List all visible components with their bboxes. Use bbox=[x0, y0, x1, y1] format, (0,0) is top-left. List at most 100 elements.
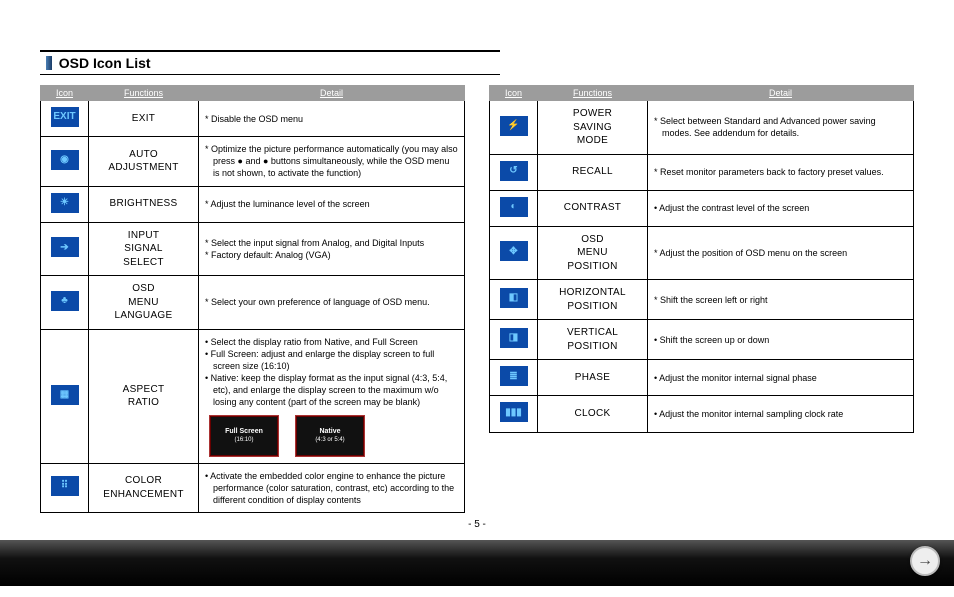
function-cell: CLOCK bbox=[538, 396, 648, 432]
icon-cell: ▮▮▮ bbox=[490, 396, 538, 432]
contrast-icon: ◐ bbox=[500, 197, 528, 217]
function-cell: INPUTSIGNALSELECT bbox=[89, 222, 199, 276]
table-row: ◨ VERTICALPOSITION • Shift the screen up o… bbox=[490, 320, 914, 360]
detail-line: * Disable the OSD menu bbox=[205, 113, 458, 125]
function-cell: BRIGHTNESS bbox=[89, 186, 199, 222]
aspect-thumb-b: Native(4:3 or 5:4) bbox=[295, 415, 365, 457]
detail-cell: • Adjust the monitor internal signal pha… bbox=[648, 360, 914, 396]
next-page-button[interactable]: → bbox=[910, 546, 940, 576]
detail-line: * Select the input signal from Analog, a… bbox=[205, 237, 458, 249]
detail-line: * Adjust the luminance level of the scre… bbox=[205, 198, 458, 210]
vpos-icon: ◨ bbox=[500, 328, 528, 348]
detail-line: • Adjust the contrast level of the scree… bbox=[654, 202, 907, 214]
table-row: ☀BRIGHTNESS * Adjust the luminance level … bbox=[41, 186, 465, 222]
detail-line: • Adjust the monitor internal signal pha… bbox=[654, 372, 907, 384]
icon-cell: ≣ bbox=[490, 360, 538, 396]
table-row: ✥OSDMENUPOSITION * Adjust the position of… bbox=[490, 226, 914, 280]
table-row: ▦ ASPECTRATIO• Select the display ratio f… bbox=[41, 329, 465, 463]
icon-cell: ✥ bbox=[490, 226, 538, 280]
icon-cell: ⚡ bbox=[490, 101, 538, 155]
heading-accent-icon bbox=[46, 56, 52, 70]
osd-table-left: Icon Functions Detail EXITEXIT* Disable … bbox=[40, 85, 465, 513]
power-icon: ⚡ bbox=[500, 116, 528, 136]
section-title: OSD Icon List bbox=[59, 55, 151, 71]
function-cell: COLORENHANCEMENT bbox=[89, 463, 199, 512]
hpos-icon: ◧ bbox=[500, 288, 528, 308]
tables-row: Icon Functions Detail EXIT EXIT * Disable … bbox=[40, 85, 914, 513]
icon-cell: ▦ bbox=[41, 329, 89, 463]
function-cell: RECALL bbox=[538, 154, 648, 190]
table-row: ↺RECALL* Reset monitor parameters back t… bbox=[490, 154, 914, 190]
lang-icon: ♣ bbox=[51, 291, 79, 311]
table-row: ⠿ COLORENHANCEMENT• Activate the embedded… bbox=[41, 463, 465, 512]
detail-line: • Adjust the monitor internal sampling c… bbox=[654, 408, 907, 420]
col-header-detail: Detail bbox=[648, 86, 914, 101]
section-heading: OSD Icon List bbox=[40, 50, 500, 75]
table-row: ♣OSDMENULANGUAGE* Select your own prefer… bbox=[41, 276, 465, 330]
detail-cell: * Shift the screen left or right bbox=[648, 280, 914, 320]
color-icon: ⠿ bbox=[51, 476, 79, 496]
table-row: ◧ HORIZONTALPOSITION * Shift the screen le… bbox=[490, 280, 914, 320]
detail-cell: • Activate the embedded color engine to … bbox=[199, 463, 465, 512]
table-row: EXIT EXIT * Disable the OSD menu bbox=[41, 101, 465, 137]
function-cell: AUTOADJUSTMENT bbox=[89, 137, 199, 186]
detail-line: * Adjust the position of OSD menu on the… bbox=[654, 247, 907, 259]
auto-icon: ◉ bbox=[51, 150, 79, 170]
table-row: ➔ INPUTSIGNALSELECT * Select the input sig… bbox=[41, 222, 465, 276]
detail-cell: * Select between Standard and Advanced p… bbox=[648, 101, 914, 155]
col-header-icon: Icon bbox=[41, 86, 89, 101]
detail-line: • Full Screen: adjust and enlarge the di… bbox=[205, 348, 458, 372]
icon-cell: ☀ bbox=[41, 186, 89, 222]
icon-cell: ♣ bbox=[41, 276, 89, 330]
detail-cell: * Adjust the position of OSD menu on the… bbox=[648, 226, 914, 280]
detail-line: • Activate the embedded color engine to … bbox=[205, 470, 458, 506]
detail-cell: * Adjust the luminance level of the scre… bbox=[199, 186, 465, 222]
function-cell: EXIT bbox=[89, 101, 199, 137]
function-cell: ASPECTRATIO bbox=[89, 329, 199, 463]
col-header-functions: Functions bbox=[538, 86, 648, 101]
detail-line: * Select your own preference of language… bbox=[205, 296, 458, 308]
col-header-icon: Icon bbox=[490, 86, 538, 101]
detail-line: * Optimize the picture performance autom… bbox=[205, 143, 458, 179]
exit-icon: EXIT bbox=[51, 107, 79, 127]
detail-line: • Native: keep the display format as the… bbox=[205, 372, 458, 408]
function-cell: HORIZONTALPOSITION bbox=[538, 280, 648, 320]
page-number: - 5 - bbox=[40, 519, 914, 530]
detail-cell: * Select your own preference of language… bbox=[199, 276, 465, 330]
manual-page: OSD Icon List Icon Functions Detail EXIT… bbox=[0, 0, 954, 540]
icon-cell: ◐ bbox=[490, 190, 538, 226]
detail-line: * Select between Standard and Advanced p… bbox=[654, 115, 907, 139]
icon-cell: ⠿ bbox=[41, 463, 89, 512]
icon-cell: EXIT bbox=[41, 101, 89, 137]
table-row: ◉ AUTOADJUSTMENT* Optimize the picture pe… bbox=[41, 137, 465, 186]
col-header-functions: Functions bbox=[89, 86, 199, 101]
input-icon: ➔ bbox=[51, 237, 79, 257]
function-cell: PHASE bbox=[538, 360, 648, 396]
left-column: Icon Functions Detail EXITEXIT* Disable … bbox=[40, 85, 465, 513]
table-row: ▮▮▮ CLOCK • Adjust the monitor internal sa… bbox=[490, 396, 914, 432]
clock-icon: ▮▮▮ bbox=[500, 402, 528, 422]
phase-icon: ≣ bbox=[500, 366, 528, 386]
detail-cell: • Select the display ratio from Native, … bbox=[199, 329, 465, 463]
detail-cell: * Select the input signal from Analog, a… bbox=[199, 222, 465, 276]
icon-cell: ➔ bbox=[41, 222, 89, 276]
aspect-thumb-a: Full Screen(16:10) bbox=[209, 415, 279, 457]
detail-cell: • Adjust the monitor internal sampling c… bbox=[648, 396, 914, 432]
arrow-right-icon: → bbox=[917, 552, 933, 570]
detail-line: * Shift the screen left or right bbox=[654, 294, 907, 306]
right-column: Icon Functions Detail ⚡POWERSAVINGMODE* … bbox=[489, 85, 914, 513]
table-row: ◐CONTRAST• Adjust the contrast level of … bbox=[490, 190, 914, 226]
detail-cell: * Disable the OSD menu bbox=[199, 101, 465, 137]
detail-cell: • Shift the screen up or down bbox=[648, 320, 914, 360]
function-cell: VERTICALPOSITION bbox=[538, 320, 648, 360]
icon-cell: ◨ bbox=[490, 320, 538, 360]
icon-cell: ◉ bbox=[41, 137, 89, 186]
function-cell: OSDMENUPOSITION bbox=[538, 226, 648, 280]
detail-line: * Factory default: Analog (VGA) bbox=[205, 249, 458, 261]
aspect-icon: ▦ bbox=[51, 385, 79, 405]
icon-cell: ↺ bbox=[490, 154, 538, 190]
detail-line: • Shift the screen up or down bbox=[654, 334, 907, 346]
detail-cell: • Adjust the contrast level of the scree… bbox=[648, 190, 914, 226]
recall-icon: ↺ bbox=[500, 161, 528, 181]
detail-cell: * Optimize the picture performance autom… bbox=[199, 137, 465, 186]
